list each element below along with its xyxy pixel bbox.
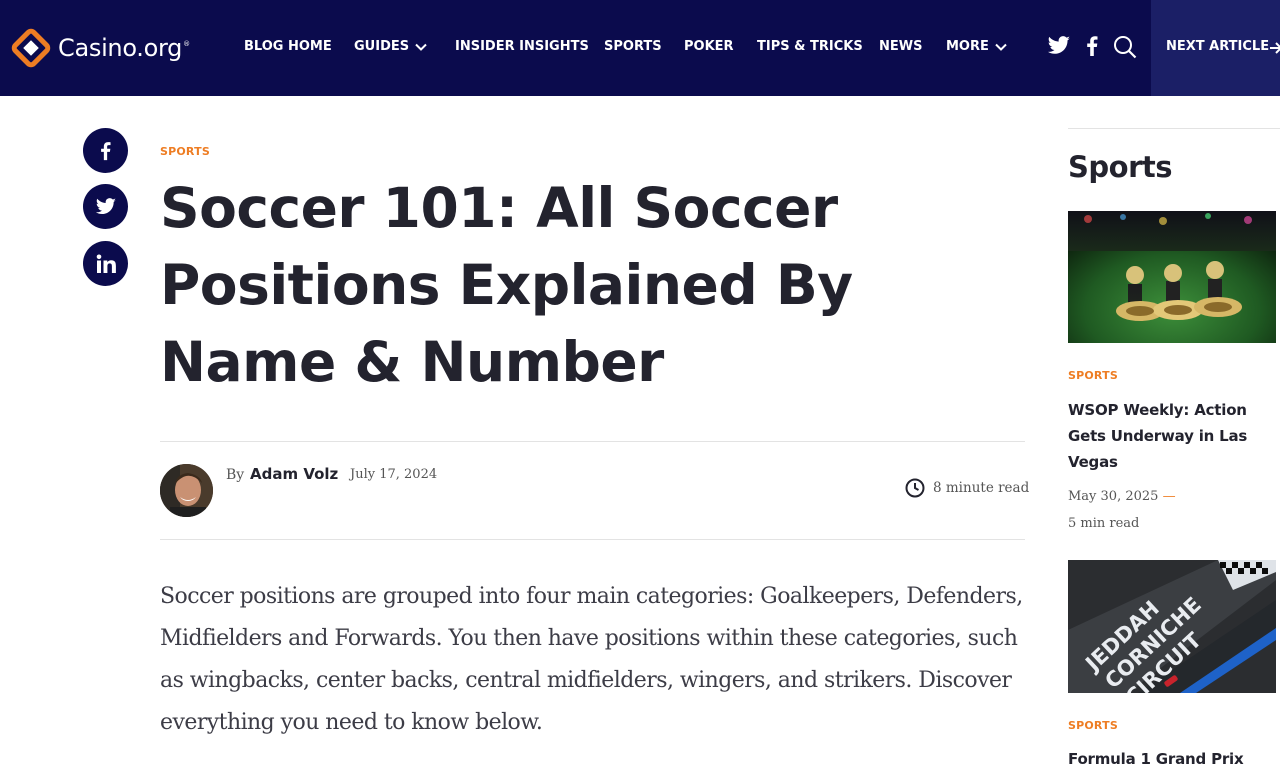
twitter-icon[interactable] (1047, 36, 1071, 56)
sidebar-post-2-image[interactable]: JEDDAH CORNICHE CIRCUIT (1068, 560, 1276, 693)
byline-prefix: By (226, 467, 245, 483)
chevron-down-icon (415, 43, 427, 51)
publish-date: July 17, 2024 (350, 467, 438, 482)
sidebar-post-1-title[interactable]: WSOP Weekly: Action Gets Underway in Las… (1068, 397, 1268, 475)
sidebar-post-2-title[interactable]: Formula 1 Grand Prix (1068, 746, 1268, 772)
author-avatar[interactable] (160, 464, 213, 517)
nav-sports[interactable]: SPORTS (604, 37, 662, 57)
sidebar-post-1-image[interactable] (1068, 211, 1276, 343)
nav-insider-insights[interactable]: INSIDER INSIGHTS (455, 37, 589, 57)
twitter-icon (95, 197, 116, 214)
read-time: 8 minute read (905, 478, 1029, 498)
nav-poker[interactable]: POKER (684, 37, 734, 57)
site-header: Casino.org® BLOG HOME GUIDES INSIDER INS… (0, 0, 1280, 96)
nav-more[interactable]: MORE (946, 37, 1007, 57)
linkedin-icon (96, 254, 116, 273)
logo-text: Casino.org® (58, 34, 190, 62)
jeddah-circuit-image: JEDDAH CORNICHE CIRCUIT (1068, 560, 1276, 693)
share-twitter-button[interactable] (83, 184, 128, 229)
arrow-right-icon (1270, 42, 1280, 54)
site-logo[interactable]: Casino.org® (10, 26, 190, 70)
next-article-label: NEXT ARTICLE (1166, 39, 1270, 54)
sidebar-post-1-date: May 30, 2025 — (1068, 489, 1176, 504)
nav-news[interactable]: NEWS (879, 37, 922, 57)
author-name[interactable]: Adam Volz (250, 465, 338, 483)
share-facebook-button[interactable] (83, 128, 128, 173)
facebook-icon[interactable] (1086, 36, 1098, 56)
sidebar-divider (1068, 128, 1280, 129)
chevron-down-icon (995, 43, 1007, 51)
author-photo (160, 464, 213, 517)
nav-tips-tricks[interactable]: TIPS & TRICKS (757, 37, 863, 57)
share-linkedin-button[interactable] (83, 241, 128, 286)
read-time-label: 8 minute read (933, 480, 1030, 496)
sidebar-post-1-category[interactable]: SPORTS (1068, 369, 1118, 382)
article-intro: Soccer positions are grouped into four m… (160, 584, 1023, 735)
nav-blog-home[interactable]: BLOG HOME (244, 37, 332, 57)
sidebar-post-2-category[interactable]: SPORTS (1068, 719, 1118, 732)
diamond-logo-icon (11, 28, 51, 68)
article-title: Soccer 101: All Soccer Positions Explain… (160, 176, 853, 394)
search-icon[interactable] (1113, 35, 1137, 59)
sidebar-post-1-read-time: 5 min read (1068, 516, 1140, 531)
clock-icon (905, 478, 925, 498)
sidebar-heading: Sports (1068, 150, 1173, 184)
article-category-tag[interactable]: SPORTS (160, 145, 210, 158)
nav-guides[interactable]: GUIDES (354, 37, 427, 57)
divider (160, 441, 1025, 442)
facebook-icon (101, 141, 111, 160)
divider (160, 539, 1025, 540)
wsop-bracelets-image (1068, 211, 1276, 343)
next-article-button[interactable]: NEXT ARTICLE (1151, 0, 1280, 96)
